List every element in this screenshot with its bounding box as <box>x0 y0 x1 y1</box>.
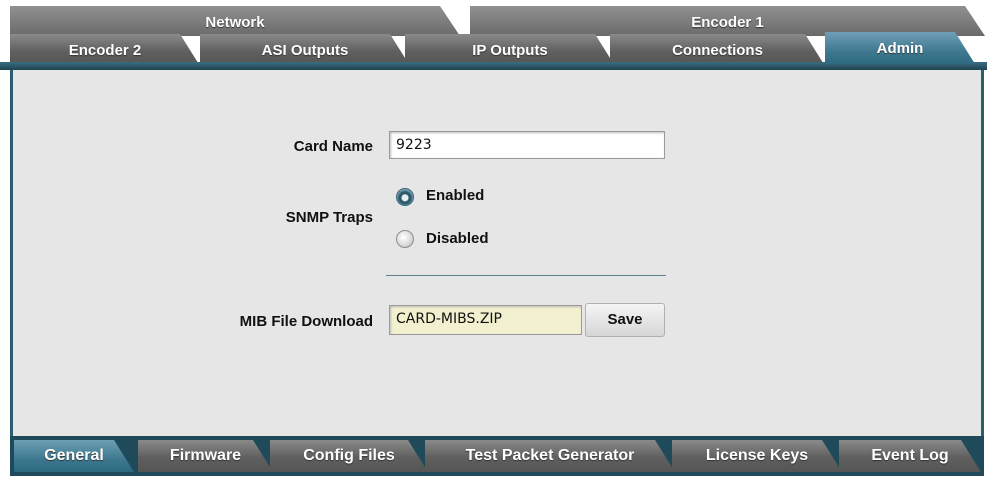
tab-event-log[interactable]: Event Log <box>839 440 981 472</box>
card-name-input[interactable]: 9223 <box>389 131 665 159</box>
section-divider <box>386 275 666 276</box>
snmp-enabled-radio[interactable] <box>396 188 414 206</box>
admin-general-panel: Card Name 9223 SNMP Traps Enabled Disabl… <box>10 70 984 438</box>
snmp-enabled-label[interactable]: Enabled <box>426 187 484 204</box>
snmp-disabled-radio[interactable] <box>396 230 414 248</box>
tab-general[interactable]: General <box>14 440 134 472</box>
tab-test-packet-generator[interactable]: Test Packet Generator <box>425 440 675 472</box>
tab-firmware[interactable]: Firmware <box>138 440 273 472</box>
tab-license-keys[interactable]: License Keys <box>672 440 842 472</box>
card-name-label: Card Name <box>293 138 373 155</box>
snmp-disabled-label[interactable]: Disabled <box>426 230 489 247</box>
mib-file-name-field: CARD-MIBS.ZIP <box>389 305 582 335</box>
mib-file-download-label: MIB File Download <box>239 313 373 330</box>
snmp-traps-label: SNMP Traps <box>285 209 373 226</box>
save-button[interactable]: Save <box>585 303 665 337</box>
tab-config-files[interactable]: Config Files <box>270 440 428 472</box>
tab-admin[interactable]: Admin <box>825 32 975 64</box>
bottom-tabs-row: General Firmware Config Files Test Packe… <box>10 436 984 476</box>
